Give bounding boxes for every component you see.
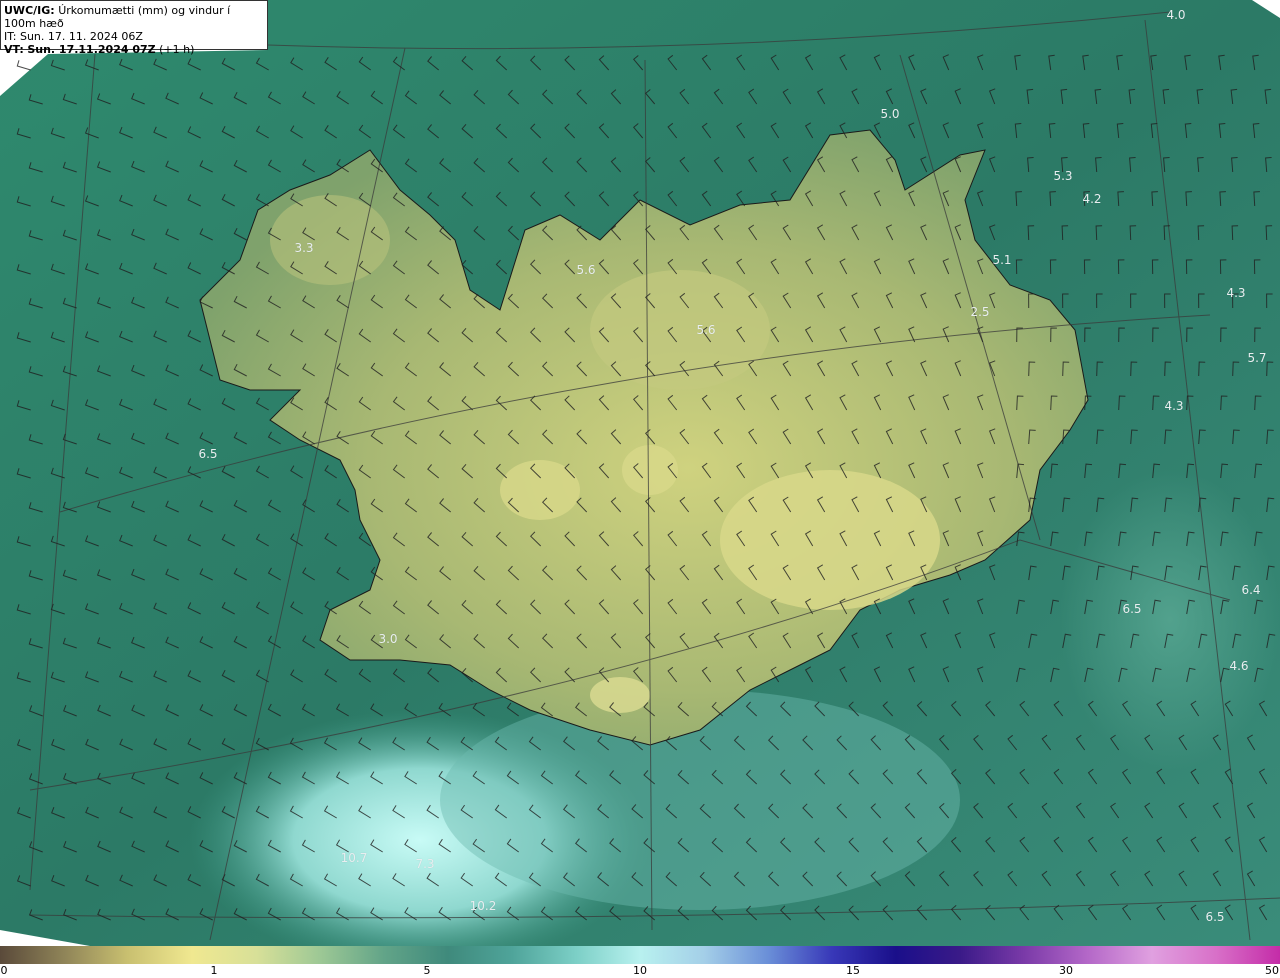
- field-value-label: 4.2: [1082, 192, 1102, 206]
- map-header: UWC/IG: Úrkomumætti (mm) og vindur í 100…: [0, 0, 268, 56]
- field-value-label: 5.0: [880, 107, 900, 121]
- field-value-label: 10.2: [469, 899, 497, 913]
- highland-glacier-hofsjokull: [622, 445, 678, 495]
- field-value-label: 10.7: [340, 851, 368, 865]
- field-value-label: 6.5: [1205, 910, 1225, 924]
- valid-time: Sun. 17.11.2024 07Z: [27, 43, 156, 56]
- issue-time: IT: Sun. 17. 11. 2024 06Z: [4, 30, 143, 43]
- field-value-label: 6.5: [1122, 602, 1142, 616]
- field-value-label: 5.7: [1247, 351, 1267, 365]
- valid-time-prefix: VT:: [4, 43, 24, 56]
- colorbar-tick-label: 5: [423, 964, 431, 977]
- field-value-label: 3.3: [294, 241, 314, 255]
- field-value-label: 6.5: [198, 447, 218, 461]
- colorbar-tick-label: 50: [1265, 964, 1279, 977]
- field-value-label: 6.4: [1241, 583, 1261, 597]
- highland-west: [270, 195, 390, 285]
- field-value-label: 5.1: [992, 253, 1012, 267]
- precipitation-colorbar: [0, 946, 1280, 964]
- product-code: UWC/IG:: [4, 4, 55, 17]
- field-value-label: 5.6: [696, 323, 716, 337]
- colorbar-tick-label: 10: [633, 964, 647, 977]
- highland-glacier-langjokull: [500, 460, 580, 520]
- colorbar-tick-label: 1: [210, 964, 218, 977]
- field-value-label: 4.0: [1166, 8, 1186, 22]
- wind-barb: [16, 60, 31, 71]
- field-value-label: 4.6: [1229, 659, 1249, 673]
- rain-area-east: [1060, 470, 1280, 770]
- field-value-label: 7.3: [415, 857, 435, 871]
- colorbar-tick-label: 15: [846, 964, 860, 977]
- map-canvas: [0, 0, 1280, 946]
- valid-time-offset: (+1 h): [159, 43, 195, 56]
- field-value-label: 5.6: [576, 263, 596, 277]
- colorbar-tick-label: 30: [1059, 964, 1073, 977]
- highland-glacier-vatnajokull: [720, 470, 940, 610]
- field-value-label: 2.5: [970, 305, 990, 319]
- colorbar-tick-label: 0: [0, 964, 8, 977]
- highland-glacier-myrdalsjokull: [590, 677, 650, 713]
- field-value-label: 4.3: [1226, 286, 1246, 300]
- field-value-label: 4.3: [1164, 399, 1184, 413]
- field-value-label: 3.0: [378, 632, 398, 646]
- field-value-label: 5.3: [1053, 169, 1073, 183]
